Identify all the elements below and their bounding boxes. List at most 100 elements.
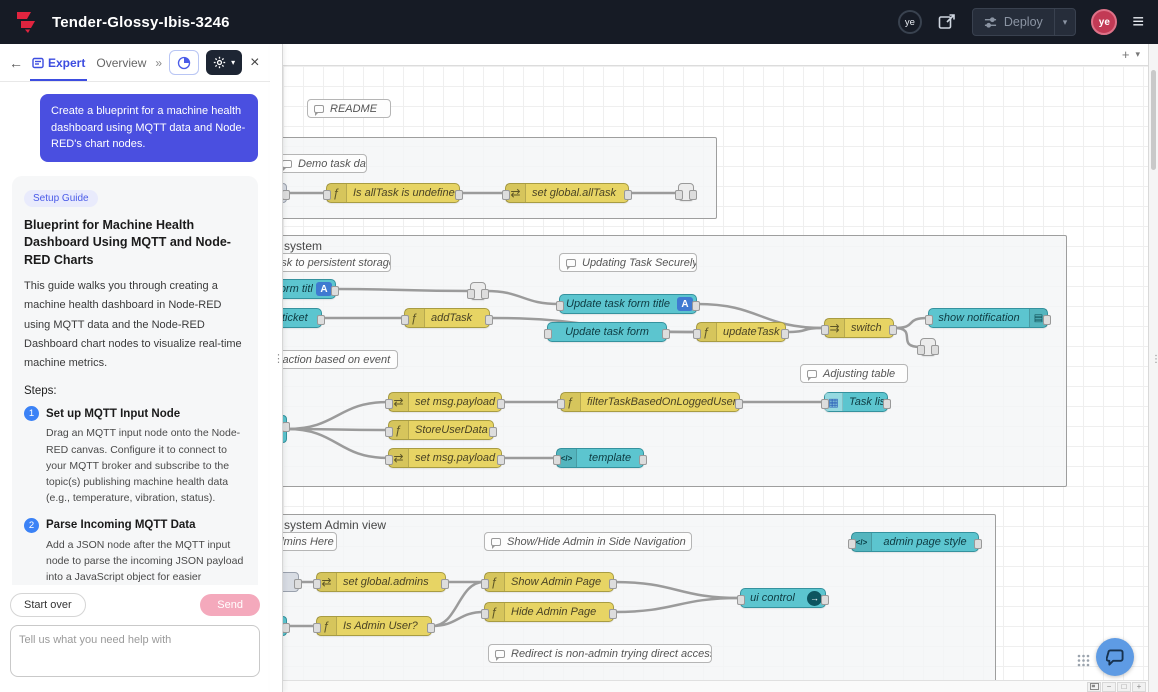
stub-teal-node[interactable]	[283, 616, 287, 636]
ui-node[interactable]: ui control→	[740, 588, 826, 608]
settings-dropdown-button[interactable]: ▾	[206, 50, 242, 75]
assistant-input[interactable]	[10, 625, 260, 677]
open-editor-icon[interactable]	[937, 12, 957, 32]
assistant-panel-header: ← Expert Overview » ▾ ×	[0, 44, 270, 82]
comment-icon	[491, 538, 501, 546]
link-node[interactable]	[678, 183, 694, 201]
comment-node[interactable]: Add Admins Here	[283, 532, 337, 551]
function-node[interactable]: ƒfilterTaskBasedOnLoggedUser	[560, 392, 740, 412]
change-node[interactable]: ⇄set msg.payload	[388, 392, 502, 412]
function-node[interactable]: ƒIs Admin User?	[316, 616, 432, 636]
comment-node[interactable]: Save task to persistent storage	[283, 253, 391, 272]
comment-node[interactable]: Updating Task Securely	[559, 253, 697, 272]
panel-resize-splitter[interactable]: ⋮	[270, 44, 283, 692]
sidebar-handle-icon[interactable]: ⋮	[1151, 354, 1158, 365]
function-icon: ƒ	[485, 573, 505, 591]
canvas-scrollbar-thumb[interactable]	[1151, 70, 1156, 170]
comment-node[interactable]: Show/Hide Admin in Side Navigation	[484, 532, 692, 551]
ui-node[interactable]: </>admin page style	[851, 532, 979, 552]
node-label: Hide Admin Page	[505, 606, 602, 618]
link-node[interactable]	[470, 282, 486, 300]
ui-node[interactable]: ▦Task list	[824, 392, 888, 412]
back-icon[interactable]: ←	[9, 55, 23, 71]
deploy-button[interactable]: Deploy ▾	[972, 8, 1076, 36]
change-node[interactable]: ⇄set msg.payload	[388, 448, 502, 468]
ui-node[interactable]: Update task form	[547, 322, 667, 342]
team-badge[interactable]: ye	[898, 10, 922, 34]
function-icon: ƒ	[317, 617, 337, 635]
node-label: set msg.payload	[409, 396, 501, 408]
zoom-out-button[interactable]: −	[1102, 682, 1116, 692]
comment-node[interactable]: README	[307, 99, 391, 118]
splitter-handle-icon[interactable]: ⋮	[273, 352, 284, 365]
ui-node[interactable]: </>template	[556, 448, 644, 468]
change-node[interactable]: ⇄set global.allTask	[505, 183, 629, 203]
node-label: Updating Task Securely	[582, 257, 697, 269]
flowfuse-logo	[14, 10, 40, 34]
send-button[interactable]: Send	[200, 594, 260, 616]
flow-group[interactable]	[283, 137, 717, 219]
stub-gray-node[interactable]	[283, 183, 287, 203]
settings-chevron-icon: ▾	[231, 58, 235, 67]
ui-node[interactable]: Add ticket	[283, 308, 322, 328]
tab-overview[interactable]: Overview	[94, 44, 148, 81]
pie-chart-button[interactable]	[169, 50, 199, 75]
function-node[interactable]: ƒupdateTask	[696, 322, 786, 342]
comment-icon	[807, 370, 817, 378]
more-tabs-icon[interactable]: »	[155, 56, 162, 70]
start-over-button[interactable]: Start over	[10, 593, 86, 617]
function-node[interactable]: ƒIs allTask is undefined	[326, 183, 460, 203]
step-number: 1	[24, 406, 39, 421]
node-label: Adjusting table	[823, 368, 895, 380]
zoom-reset-button[interactable]: □	[1117, 682, 1131, 692]
comment-node[interactable]: Adjusting table	[800, 364, 908, 383]
function-icon: ƒ	[697, 323, 717, 341]
flow-workspace[interactable]: Task systemTask system Admin viewREADMED…	[283, 66, 1148, 680]
zoom-in-button[interactable]: +	[1132, 682, 1146, 692]
comment-node[interactable]: Redirect is non-admin trying direct acce…	[488, 644, 712, 663]
node-label: Take action based on event	[283, 354, 390, 366]
toast-icon: ▤	[1029, 309, 1047, 327]
link-node[interactable]	[920, 338, 936, 356]
user-avatar[interactable]: ye	[1091, 9, 1117, 35]
right-sidebar-splitter[interactable]: ⋮	[1148, 44, 1158, 692]
function-icon: ƒ	[327, 184, 347, 202]
stub-gray-node[interactable]	[283, 572, 299, 592]
stub-teal-node[interactable]	[283, 415, 287, 443]
node-label: Add Admins Here	[283, 536, 334, 548]
assistant-fab-button[interactable]	[1096, 638, 1134, 676]
deploy-chevron-icon[interactable]: ▾	[1055, 17, 1076, 28]
function-node[interactable]: ƒHide Admin Page	[484, 602, 614, 622]
switch-node[interactable]: ⇉switch	[824, 318, 894, 338]
guide-steps-list: 1Set up MQTT Input NodeDrag an MQTT inpu…	[24, 406, 246, 585]
drag-handle-dots-icon[interactable]	[1077, 654, 1090, 672]
minimap-toggle-button[interactable]	[1087, 682, 1101, 692]
text-icon: A	[316, 282, 332, 296]
ui-node[interactable]: Update task form titleA	[559, 294, 697, 314]
table-icon: ▦	[825, 393, 843, 411]
code-icon: </>	[852, 533, 872, 551]
flow-list-chevron-icon[interactable]: ▾	[1135, 49, 1140, 60]
node-label: Task list	[843, 396, 887, 408]
assistant-panel: ← Expert Overview » ▾ × Create a bluepri…	[0, 44, 270, 692]
change-node[interactable]: ⇄set global.admins	[316, 572, 446, 592]
tab-expert[interactable]: Expert	[30, 44, 87, 81]
node-label: Is allTask is undefined	[347, 187, 459, 199]
hamburger-menu-icon[interactable]: ≡	[1132, 12, 1144, 32]
ui-node[interactable]: show notification▤	[928, 308, 1048, 328]
comment-node[interactable]: Demo task data	[283, 154, 367, 173]
ui-control-icon: →	[807, 591, 822, 606]
steps-label: Steps:	[24, 385, 246, 397]
guide-card: Setup Guide Blueprint for Machine Health…	[12, 176, 258, 586]
tab-overview-label: Overview	[96, 56, 146, 70]
function-node[interactable]: ƒShow Admin Page	[484, 572, 614, 592]
node-label: Demo task data	[298, 158, 367, 170]
function-node[interactable]: ƒStoreUserData	[388, 420, 494, 440]
ui-node[interactable]: Update task form titleA	[283, 279, 336, 299]
flow-canvas[interactable]: + ▾ Task systemTask system Admin viewREA…	[283, 44, 1148, 692]
comment-node[interactable]: Take action based on event	[283, 350, 398, 369]
close-panel-icon[interactable]: ×	[250, 54, 259, 72]
add-flow-button[interactable]: +	[1122, 48, 1130, 61]
deploy-icon	[984, 16, 997, 29]
function-node[interactable]: ƒaddTask	[404, 308, 490, 328]
